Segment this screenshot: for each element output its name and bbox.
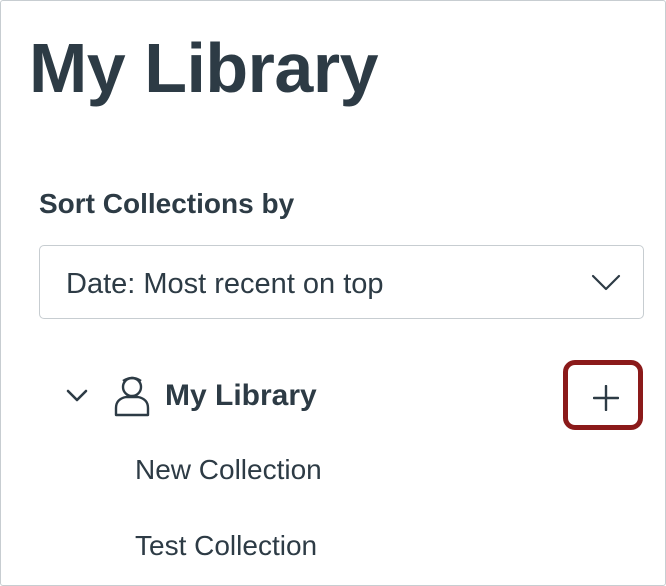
library-panel: My Library Sort Collections by Date: Mos… (0, 0, 666, 586)
sort-label: Sort Collections by (39, 188, 295, 219)
tree-item-label[interactable]: My Library (165, 377, 317, 415)
page-title: My Library (29, 29, 379, 107)
chevron-down-icon (591, 270, 621, 294)
tree-item-my-library: My Library (61, 360, 646, 430)
user-icon (113, 375, 151, 417)
sort-collections-select[interactable]: Date: Most recent on top (39, 245, 644, 319)
sort-selected-value: Date: Most recent on top (66, 268, 384, 300)
chevron-down-icon[interactable] (65, 383, 89, 407)
collection-item[interactable]: New Collection (135, 452, 322, 488)
add-collection-button[interactable] (563, 360, 643, 430)
plus-icon (593, 385, 619, 411)
collection-item[interactable]: Test Collection (135, 528, 317, 564)
